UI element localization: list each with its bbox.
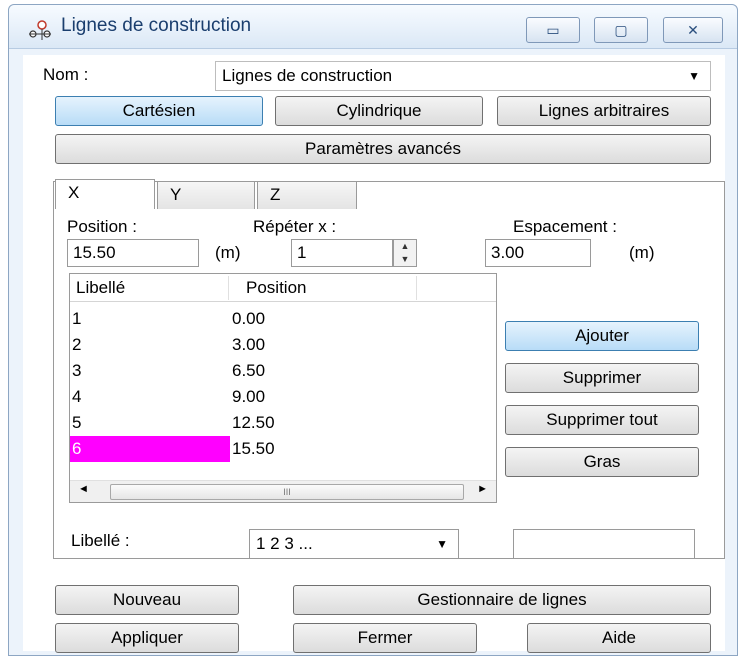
help-button[interactable]: Aide xyxy=(527,623,711,653)
position-label: Position : xyxy=(67,217,137,236)
dialog-window: Lignes de construction ▭ ▢ ✕ Nom : Ligne… xyxy=(8,4,738,656)
row-position: 12.50 xyxy=(232,413,275,432)
tab-x[interactable]: X xyxy=(55,179,155,209)
minimize-button[interactable]: ▭ xyxy=(526,17,580,43)
maximize-icon: ▢ xyxy=(614,22,628,38)
construction-lines-icon xyxy=(29,20,51,40)
spacing-input[interactable]: 3.00 xyxy=(485,239,591,267)
delete-button[interactable]: Supprimer xyxy=(505,363,699,393)
table-row[interactable]: 1 0.00 xyxy=(70,306,496,332)
add-button[interactable]: Ajouter xyxy=(505,321,699,351)
window-title: Lignes de construction xyxy=(61,15,252,36)
cartesian-button[interactable]: Cartésien xyxy=(55,96,263,126)
row-label: 1 xyxy=(72,309,82,328)
close-icon: ✕ xyxy=(687,22,699,38)
bold-button[interactable]: Gras xyxy=(505,447,699,477)
label-format-value: 1 2 3 ... xyxy=(256,534,313,553)
cylindrical-button[interactable]: Cylindrique xyxy=(275,96,483,126)
row-position: 3.00 xyxy=(232,335,266,354)
arbitrary-lines-button[interactable]: Lignes arbitraires xyxy=(497,96,711,126)
close-button[interactable]: Fermer xyxy=(293,623,477,653)
row-position: 15.50 xyxy=(232,439,275,458)
row-label: 2 xyxy=(72,335,82,354)
name-combo-value: Lignes de construction xyxy=(222,66,393,85)
row-label: 5 xyxy=(72,413,82,432)
delete-all-button[interactable]: Supprimer tout xyxy=(505,405,699,435)
label-label: Libellé : xyxy=(71,531,130,550)
close-window-button[interactable]: ✕ xyxy=(663,17,723,43)
spin-up-icon[interactable]: ▲ xyxy=(394,240,416,253)
label-format-combo[interactable]: 1 2 3 ... ▼ xyxy=(249,529,459,559)
spin-down-icon[interactable]: ▼ xyxy=(394,253,416,266)
row-label: 4 xyxy=(72,387,82,406)
chevron-down-icon: ▼ xyxy=(688,69,700,83)
column-separator xyxy=(228,276,229,300)
grip-icon: III xyxy=(283,487,291,497)
table-row[interactable]: 6 15.50 xyxy=(70,436,496,462)
row-position: 0.00 xyxy=(232,309,266,328)
new-button[interactable]: Nouveau xyxy=(55,585,239,615)
name-label: Nom : xyxy=(43,65,89,84)
lines-table[interactable]: Libellé Position 1 0.00 2 3.00 3 6.50 4 9.00 5 12… xyxy=(69,273,497,503)
position-unit: (m) xyxy=(215,243,241,262)
chevron-down-icon: ▼ xyxy=(436,537,448,551)
tab-y[interactable]: Y xyxy=(157,181,255,209)
table-header: Libellé Position xyxy=(70,274,496,302)
row-position: 6.50 xyxy=(232,361,266,380)
advanced-settings-button[interactable]: Paramètres avancés xyxy=(55,134,711,164)
maximize-button[interactable]: ▢ xyxy=(594,17,648,43)
line-manager-button[interactable]: Gestionnaire de lignes xyxy=(293,585,711,615)
minimize-icon: ▭ xyxy=(546,22,560,38)
repeat-label: Répéter x : xyxy=(253,217,337,236)
spacing-label: Espacement : xyxy=(513,217,617,236)
table-row[interactable]: 4 9.00 xyxy=(70,384,496,410)
horizontal-scrollbar[interactable]: ◄ III ► xyxy=(70,480,496,502)
title-bar[interactable]: Lignes de construction ▭ ▢ ✕ xyxy=(9,5,737,49)
name-combo[interactable]: Lignes de construction ▼ xyxy=(215,61,711,91)
row-position: 9.00 xyxy=(232,387,266,406)
scroll-right-icon[interactable]: ► xyxy=(477,483,488,495)
spacing-unit: (m) xyxy=(629,243,655,262)
label-text-input[interactable] xyxy=(513,529,695,559)
repeat-input[interactable]: 1 xyxy=(291,239,393,267)
tab-z[interactable]: Z xyxy=(257,181,357,209)
table-row[interactable]: 3 6.50 xyxy=(70,358,496,384)
position-input[interactable]: 15.50 xyxy=(67,239,199,267)
row-label: 6 xyxy=(70,436,230,462)
table-row[interactable]: 5 12.50 xyxy=(70,410,496,436)
repeat-spinner[interactable]: ▲ ▼ xyxy=(393,239,417,267)
column-header-label[interactable]: Libellé xyxy=(76,274,125,302)
scroll-thumb[interactable]: III xyxy=(110,484,464,500)
column-header-position[interactable]: Position xyxy=(246,274,306,302)
scroll-left-icon[interactable]: ◄ xyxy=(78,483,89,495)
row-label: 3 xyxy=(72,361,82,380)
column-separator xyxy=(416,276,417,300)
table-row[interactable]: 2 3.00 xyxy=(70,332,496,358)
apply-button[interactable]: Appliquer xyxy=(55,623,239,653)
